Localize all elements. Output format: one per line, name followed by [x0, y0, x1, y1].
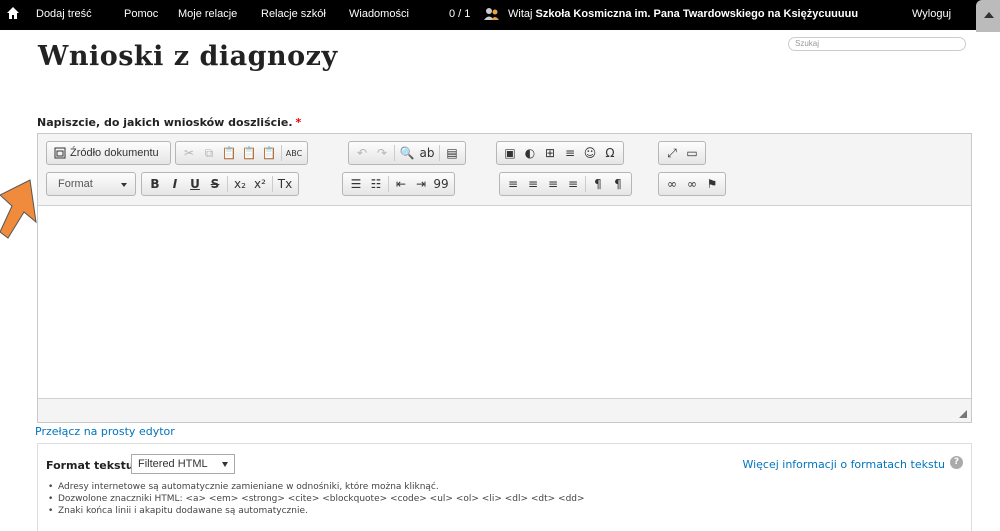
align-center-icon[interactable]: ≡: [523, 174, 543, 194]
outdent-icon[interactable]: ⇤: [391, 174, 411, 194]
cut-icon[interactable]: ✂: [179, 143, 199, 163]
more-info-formats-link[interactable]: Więcej informacji o formatach tekstu: [742, 458, 945, 471]
superscript-icon[interactable]: x²: [250, 174, 270, 194]
toolbar-separator: [281, 145, 282, 161]
chevron-down-icon: [121, 183, 127, 187]
anchor-icon[interactable]: ⚑: [702, 174, 722, 194]
required-marker: *: [295, 116, 302, 129]
admin-toolbar: Dodaj treść Pomoc Moje relacje Relacje s…: [0, 0, 1000, 32]
show-blocks-icon[interactable]: ▭: [682, 143, 702, 163]
unlink-icon[interactable]: ∞: [682, 174, 702, 194]
annotation-arrow-icon: [0, 179, 37, 239]
list-item: Adresy internetowe są automatycznie zami…: [48, 482, 585, 492]
basic-style-group: B I U Sx₂ x² Tx: [141, 172, 299, 196]
replace-icon[interactable]: ab: [417, 143, 437, 163]
remove-format-icon[interactable]: Tx: [275, 174, 295, 194]
subscript-icon[interactable]: x₂: [230, 174, 250, 194]
field-label: Napiszcie, do jakich wniosków doszliście…: [37, 116, 302, 129]
underline-icon[interactable]: U: [185, 174, 205, 194]
toolbar-separator: [585, 176, 586, 192]
text-format-label: Format tekstu: [46, 459, 134, 472]
align-left-icon[interactable]: ≡: [503, 174, 523, 194]
justify-icon[interactable]: ≡: [563, 174, 583, 194]
nav-add-content[interactable]: Dodaj treść: [36, 8, 92, 20]
caret-up-icon: [984, 12, 994, 18]
source-icon: [54, 147, 66, 159]
find-icon[interactable]: 🔍: [397, 143, 417, 163]
text-format-fieldset: Format tekstu Filtered HTML Więcej infor…: [37, 443, 972, 531]
align-group: ≡ ≡ ≡ ≡ ¶ ¶: [499, 172, 632, 196]
toolbar-separator: [394, 145, 395, 161]
users-icon: [484, 8, 499, 20]
horizontal-line-icon[interactable]: ≡: [560, 143, 580, 163]
ltr-icon[interactable]: ¶: [588, 174, 608, 194]
users-online-counter: 0 / 1: [449, 8, 471, 20]
select-all-icon[interactable]: ▤: [442, 143, 462, 163]
shortcuts-toggle[interactable]: [976, 0, 1000, 32]
logout-link[interactable]: Wyloguj: [912, 8, 951, 20]
format-dropdown[interactable]: Format: [46, 172, 136, 196]
nav-help[interactable]: Pomoc: [124, 8, 158, 20]
view-group: ⤢ ▭: [658, 141, 706, 165]
switch-to-plain-editor-link[interactable]: Przełącz na prosty edytor: [35, 425, 175, 438]
align-right-icon[interactable]: ≡: [543, 174, 563, 194]
blockquote-icon[interactable]: 99: [431, 174, 451, 194]
nav-school-relations[interactable]: Relacje szkół: [261, 8, 326, 20]
list-item: Dozwolone znaczniki HTML: <a> <em> <stro…: [48, 494, 585, 504]
home-icon[interactable]: [6, 6, 20, 20]
link-group: ∞ ∞ ⚑: [658, 172, 726, 196]
spellcheck-icon[interactable]: ABC: [284, 143, 304, 163]
rtl-icon[interactable]: ¶: [608, 174, 628, 194]
page-title: Wnioski z diagnozy: [38, 41, 338, 72]
toolbar-separator: [439, 145, 440, 161]
indent-icon[interactable]: ⇥: [411, 174, 431, 194]
smiley-icon[interactable]: ☺: [580, 143, 600, 163]
nav-my-relations[interactable]: Moje relacje: [178, 8, 237, 20]
search-input[interactable]: Szukaj: [788, 37, 966, 51]
copy-icon[interactable]: ⧉: [199, 143, 219, 163]
user-name[interactable]: Szkoła Kosmiczna im. Pana Twardowskiego …: [536, 8, 859, 20]
paste-text-icon[interactable]: 📋: [239, 143, 259, 163]
special-char-icon[interactable]: Ω: [600, 143, 620, 163]
rich-text-editor: Źródło dokumentu ✂ ⧉ 📋 📋 📋 ABC ↶ ↷ 🔍 ab ▤ ▣ ◐ ⊞ ≡ ☺ Ω …: [37, 133, 972, 423]
source-button[interactable]: Źródło dokumentu: [50, 147, 163, 159]
welcome-message: Witaj Szkoła Kosmiczna im. Pana Twardows…: [508, 8, 859, 20]
link-icon[interactable]: ∞: [662, 174, 682, 194]
redo-icon[interactable]: ↷: [372, 143, 392, 163]
paste-word-icon[interactable]: 📋: [259, 143, 279, 163]
toolbar-separator: [388, 176, 389, 192]
toolbar-separator: [272, 176, 273, 192]
clipboard-group: ✂ ⧉ 📋 📋 📋 ABC: [175, 141, 308, 165]
nav-messages[interactable]: Wiadomości: [349, 8, 409, 20]
resize-handle[interactable]: [959, 410, 967, 418]
bold-icon[interactable]: B: [145, 174, 165, 194]
chevron-down-icon: [222, 462, 228, 467]
flash-icon[interactable]: ◐: [520, 143, 540, 163]
paste-icon[interactable]: 📋: [219, 143, 239, 163]
source-group: Źródło dokumentu: [46, 141, 171, 165]
editor-content-area[interactable]: [38, 205, 971, 399]
undo-group: ↶ ↷ 🔍 ab ▤: [348, 141, 466, 165]
text-format-select[interactable]: Filtered HTML: [131, 454, 235, 474]
insert-group: ▣ ◐ ⊞ ≡ ☺ Ω: [496, 141, 624, 165]
help-icon[interactable]: ?: [950, 456, 963, 469]
image-icon[interactable]: ▣: [500, 143, 520, 163]
maximize-icon[interactable]: ⤢: [662, 143, 682, 163]
table-icon[interactable]: ⊞: [540, 143, 560, 163]
undo-icon[interactable]: ↶: [352, 143, 372, 163]
list-item: Znaki końca linii i akapitu dodawane są …: [48, 506, 585, 516]
italic-icon[interactable]: I: [165, 174, 185, 194]
toolbar-separator: [227, 176, 228, 192]
numbered-list-icon[interactable]: ☰: [346, 174, 366, 194]
list-group: ☰ ☷ ⇤ ⇥ 99: [342, 172, 455, 196]
strike-icon[interactable]: S: [205, 174, 225, 194]
bulleted-list-icon[interactable]: ☷: [366, 174, 386, 194]
format-tips-list: Adresy internetowe są automatycznie zami…: [48, 482, 585, 518]
